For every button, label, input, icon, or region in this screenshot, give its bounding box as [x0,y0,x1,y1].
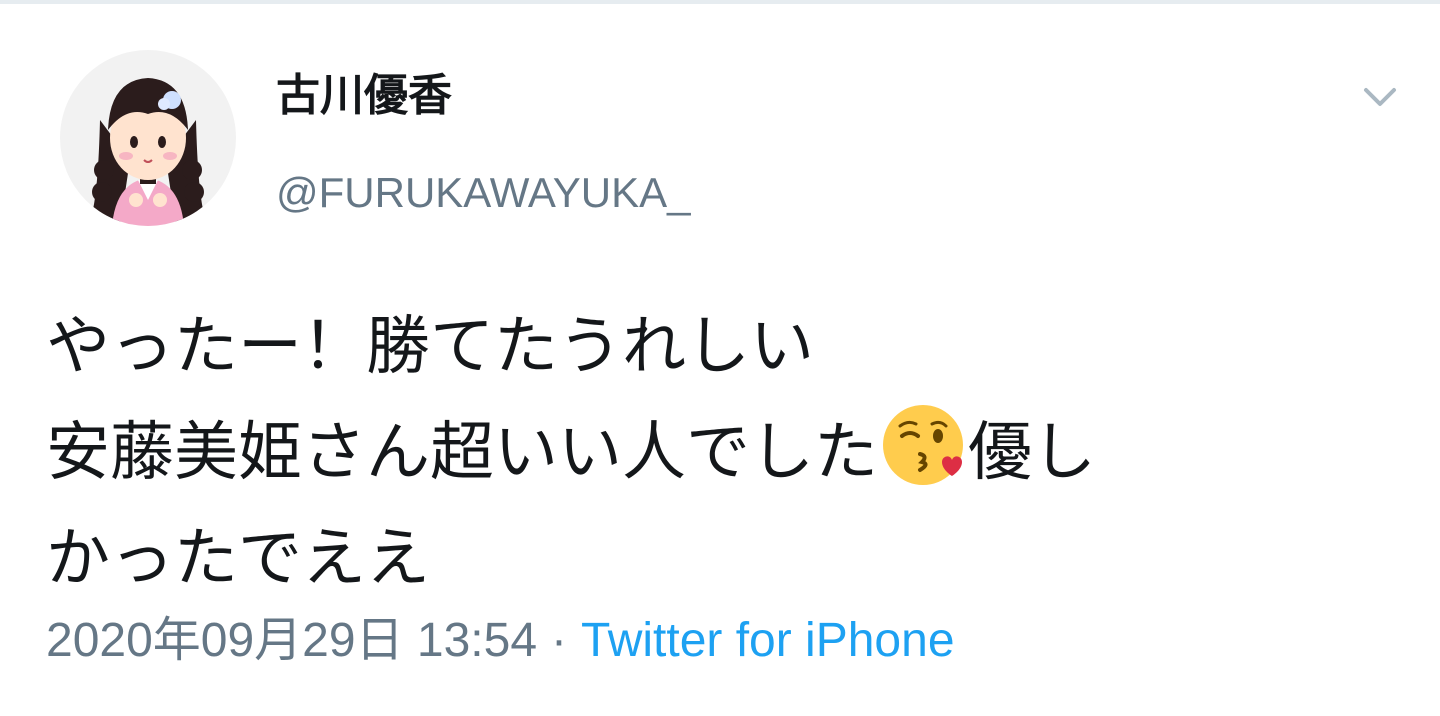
tweet-timestamp[interactable]: 2020年09月29日 13:54 [46,614,537,667]
tweet-line-segment: 優し [968,416,1096,490]
tweet-line-segment: 安藤美姫さん超いい人でした [46,416,878,490]
top-divider [0,0,1440,4]
author-display-name[interactable]: 古川優香 [276,70,452,123]
face-blowing-a-kiss-icon [880,402,966,488]
chevron-down-icon[interactable] [1362,84,1398,112]
tweet-line: かったでええ [46,522,430,596]
avatar-illustration [90,78,206,226]
tweet-text: やったー！勝てたうれしい 安藤美姫さん超いい人でした 優し かったでええ [46,294,1406,612]
tweet-line: やったー！勝てたうれしい [46,310,814,384]
tweet-meta: 2020年09月29日 13:54 · Twitter for iPhone [46,612,955,670]
avatar[interactable] [60,50,236,226]
meta-separator: · [551,614,568,667]
tweet-source-link[interactable]: Twitter for iPhone [581,614,955,667]
author-handle[interactable]: @FURUKAWAYUKA_ [276,168,690,218]
tweet-line: 安藤美姫さん超いい人でした 優し [46,400,1406,506]
